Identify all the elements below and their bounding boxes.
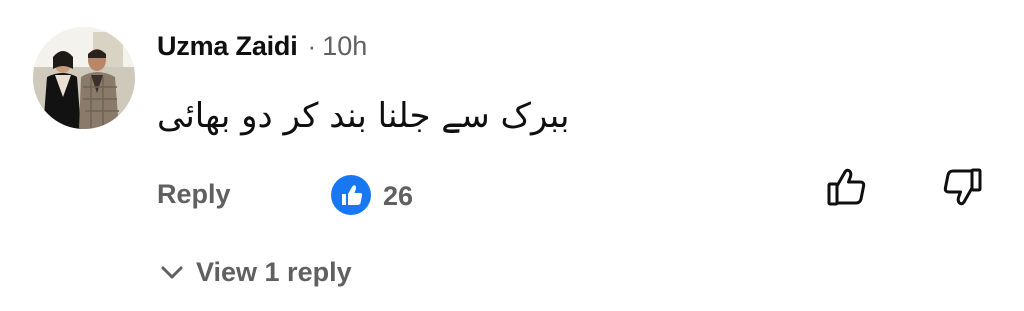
comment-text: ببرک سے جلنا بند کر دو بھائی — [157, 96, 570, 136]
view-replies-label: View 1 reply — [196, 256, 352, 287]
avatar-photo — [33, 27, 135, 129]
view-replies-button[interactable]: View 1 reply — [158, 254, 352, 290]
separator-dot: · — [307, 30, 317, 61]
chevron-down-icon — [161, 266, 183, 279]
reply-button[interactable]: Reply — [157, 176, 231, 212]
like-count: 26 — [383, 181, 414, 211]
like-reaction-icon — [331, 175, 371, 215]
timestamp: 10h — [322, 30, 368, 61]
avatar[interactable] — [33, 27, 135, 129]
author-name[interactable]: Uzma Zaidi — [157, 31, 298, 62]
thumb-down-icon[interactable] — [941, 166, 983, 208]
thumb-up-icon[interactable] — [826, 166, 868, 208]
comment-header: Uzma Zaidi · 10h — [157, 28, 367, 64]
comment: Uzma Zaidi · 10h ببرک سے جلنا بند کر دو … — [0, 0, 1024, 311]
